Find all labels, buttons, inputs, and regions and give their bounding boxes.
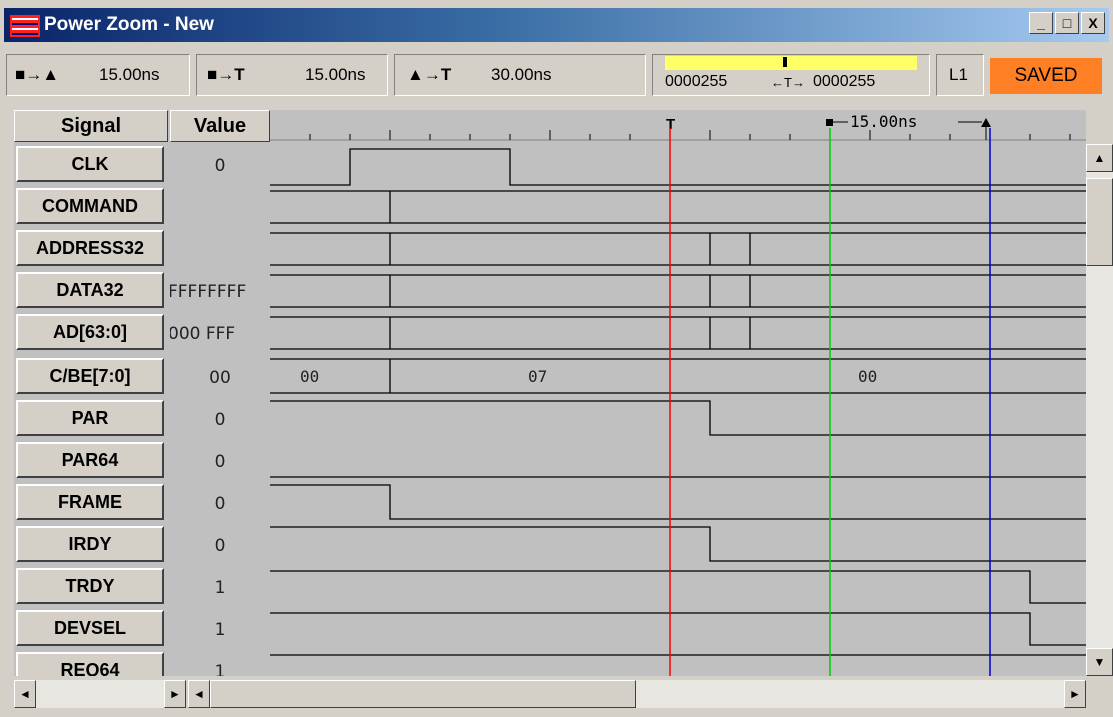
signal-button[interactable]: REQ64 [16, 652, 164, 676]
signal-list-hscrollbar[interactable]: ◄ ► [14, 680, 186, 708]
signal-header[interactable]: Signal [14, 110, 168, 142]
marker-delta-panel[interactable]: ■→▲ 15.00ns [6, 54, 190, 96]
signal-value: FFFFFFFF [170, 282, 247, 302]
cbe-value: 00 [858, 367, 877, 386]
down-arrow-icon: ▼ [1093, 655, 1106, 669]
par-waveform [270, 400, 1086, 436]
position-bar[interactable] [665, 56, 917, 70]
timeline-ruler[interactable]: T 15.00ns [270, 110, 1086, 142]
signal-value: 1 [214, 662, 226, 676]
signal-value: 1 [214, 578, 226, 598]
scroll-down-button[interactable]: ▼ [1086, 648, 1113, 676]
waveform-hscrollbar[interactable]: ◄ ► [188, 680, 1086, 708]
signal-button[interactable]: PAR [16, 400, 164, 436]
waveform-canvas[interactable]: T 15.00ns 00 07 00 [270, 110, 1086, 676]
square-to-triangle-icon: ■→▲ [15, 65, 60, 84]
marker-delta-label: 15.00ns [850, 112, 917, 131]
scroll-left-button[interactable]: ◄ [188, 680, 210, 708]
ruler-background [270, 110, 1086, 142]
signal-value: 0 [214, 494, 226, 514]
cbe-value: 07 [528, 367, 547, 386]
signal-value: 1 [214, 620, 226, 640]
signal-value: 0 [214, 536, 226, 556]
signal-button[interactable]: DEVSEL [16, 610, 164, 646]
marker2-to-trigger-value: 30.00ns [491, 65, 552, 84]
frame-waveform [270, 484, 1086, 520]
scroll-right-button[interactable]: ► [164, 680, 186, 708]
signal-button[interactable]: COMMAND [16, 188, 164, 224]
close-icon: X [1088, 15, 1098, 31]
right-arrow-icon: ► [169, 687, 181, 701]
vertical-scroll-thumb[interactable] [1086, 178, 1113, 266]
trdy-waveform [270, 570, 1086, 604]
sample-position-panel[interactable]: 0000255 ←T→ 0000255 [652, 54, 930, 96]
left-arrow-icon: ◄ [193, 687, 205, 701]
right-arrow-icon: ► [1069, 687, 1081, 701]
marker-delta-value: 15.00ns [99, 65, 160, 84]
position-indicator[interactable] [783, 57, 787, 67]
app-icon [10, 15, 40, 37]
signal-button[interactable]: PAR64 [16, 442, 164, 478]
left-arrow-icon: ◄ [19, 687, 31, 701]
signal-button[interactable]: FRAME [16, 484, 164, 520]
scroll-right-button[interactable]: ► [1064, 680, 1086, 708]
value-header[interactable]: Value [170, 110, 270, 142]
sample-left-value: 0000255 [665, 73, 728, 90]
trigger-arrows-icon: ←T→ [771, 75, 805, 90]
signal-button[interactable]: TRDY [16, 568, 164, 604]
marker1-handle[interactable] [826, 119, 833, 126]
status-badge: SAVED [990, 58, 1102, 94]
triangle-to-T-icon: ▲→T [407, 65, 452, 84]
clk-waveform [270, 148, 1086, 186]
measurement-toolbar: ■→▲ 15.00ns ■→T 15.00ns ▲→T 30.00ns 0000… [4, 46, 1109, 106]
cbe-value: 00 [300, 367, 319, 386]
signal-button[interactable]: AD[63:0] [16, 314, 164, 350]
square-to-T-icon: ■→T [207, 65, 245, 84]
signal-value: 0 [214, 156, 226, 176]
signal-button[interactable]: C/BE[7:0] [16, 358, 164, 394]
scroll-left-button[interactable]: ◄ [14, 680, 36, 708]
power-zoom-window: Power Zoom - New _ □ X ■→▲ 15.00ns ■→T 1… [0, 0, 1113, 717]
marker1-to-trigger-value: 15.00ns [305, 65, 366, 84]
signal-value: 0 [214, 452, 226, 472]
signal-button[interactable]: CLK [16, 146, 164, 182]
level-label: L1 [949, 65, 968, 84]
waveform-scroll-thumb[interactable] [210, 680, 636, 708]
sample-right-value: 0000255 [813, 73, 876, 90]
vertical-scrollbar[interactable]: ▲ ▼ [1086, 144, 1113, 676]
marker2-to-trigger-panel[interactable]: ▲→T 30.00ns [394, 54, 646, 96]
title-bar[interactable]: Power Zoom - New _ □ X [4, 8, 1109, 42]
close-button[interactable]: X [1081, 12, 1105, 34]
maximize-button[interactable]: □ [1055, 12, 1079, 34]
waveform-area: Signal CLK COMMAND ADDRESS32 DATA32 AD[6… [14, 110, 1086, 676]
scroll-up-button[interactable]: ▲ [1086, 144, 1113, 172]
up-arrow-icon: ▲ [1093, 151, 1106, 165]
signal-button[interactable]: IRDY [16, 526, 164, 562]
marker1-to-trigger-panel[interactable]: ■→T 15.00ns [196, 54, 388, 96]
signal-value: 0 [214, 410, 226, 430]
signal-value: 000 FFF [170, 324, 236, 344]
devsel-waveform [270, 612, 1086, 646]
level-panel: L1 [936, 54, 984, 96]
signal-name-column: Signal CLK COMMAND ADDRESS32 DATA32 AD[6… [14, 110, 170, 676]
irdy-waveform [270, 526, 1086, 562]
window-title: Power Zoom - New [44, 14, 214, 35]
signal-button[interactable]: DATA32 [16, 272, 164, 308]
minimize-button[interactable]: _ [1029, 12, 1053, 34]
signal-value: 00 [209, 368, 231, 388]
value-column: Value 0 FFFFFFFF 000 FFF 00 0 0 0 0 1 1 … [170, 110, 272, 676]
maximize-icon: □ [1062, 15, 1072, 31]
signal-button[interactable]: ADDRESS32 [16, 230, 164, 266]
minimize-icon: _ [1037, 15, 1045, 31]
